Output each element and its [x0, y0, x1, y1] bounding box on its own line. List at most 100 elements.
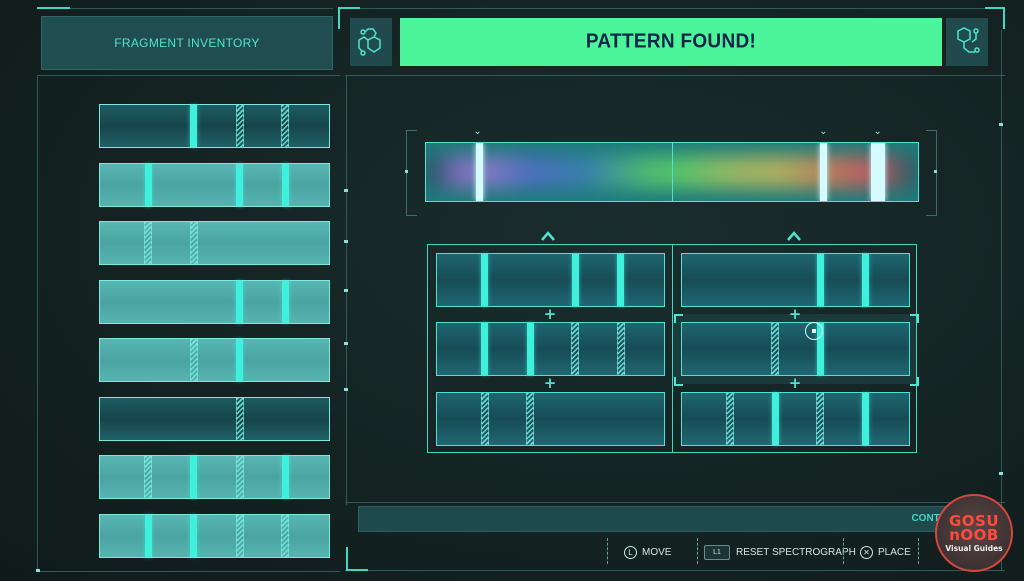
chevron-down-icon: ⌄	[873, 126, 882, 137]
inventory-fragment[interactable]	[99, 513, 330, 558]
hint-label: MOVE	[642, 546, 672, 558]
inventory-fragment[interactable]	[99, 279, 330, 324]
divider-tick	[344, 240, 348, 243]
hatched-marker	[235, 105, 244, 147]
bracket-tick	[405, 170, 408, 173]
solid-marker	[190, 514, 198, 557]
frame-right-border	[1001, 30, 1002, 570]
hatched-marker	[281, 514, 290, 557]
fragment-inventory-header: FRAGMENT INVENTORY	[41, 16, 333, 70]
solid-marker	[144, 163, 152, 206]
plus-icon: +	[543, 305, 557, 323]
spectrograph-bracket-left	[406, 130, 417, 216]
pattern-slot[interactable]	[681, 322, 910, 376]
controls-bar[interactable]: CONTR	[358, 506, 958, 532]
solid-marker	[236, 280, 244, 323]
frame-line	[345, 570, 1005, 571]
pattern-found-banner: PATTERN FOUND!	[400, 18, 942, 66]
solid-marker	[236, 339, 244, 381]
spectrograph-bracket-right	[926, 130, 937, 216]
frame-accent	[985, 7, 1005, 9]
frame-accent	[37, 7, 70, 9]
watermark-line3: Visual Guides	[945, 543, 1003, 553]
solid-marker	[862, 254, 870, 306]
plus-icon: +	[543, 374, 557, 392]
pattern-slot[interactable]	[436, 253, 665, 307]
chevron-up-icon[interactable]	[541, 229, 555, 243]
solid-marker	[190, 105, 198, 147]
plus-icon: +	[788, 305, 802, 323]
hatched-marker	[725, 393, 734, 445]
solid-marker	[481, 323, 489, 375]
hatched-marker	[144, 222, 153, 264]
pattern-slot[interactable]	[436, 322, 665, 376]
left-stick-icon: L	[624, 545, 637, 559]
solid-marker	[862, 393, 870, 445]
solid-marker	[816, 254, 824, 306]
spectrograph	[425, 142, 919, 202]
selection-corner	[910, 377, 919, 386]
frame-node	[36, 569, 40, 572]
inventory-fragment[interactable]	[99, 396, 330, 441]
solid-marker	[281, 280, 289, 323]
spectrograph-marker	[820, 143, 828, 201]
hatched-marker	[281, 105, 290, 147]
inventory-fragment[interactable]	[99, 221, 330, 265]
hint-place[interactable]: ✕ PLACE	[860, 542, 911, 562]
frame-line	[41, 8, 333, 9]
cursor-reticle[interactable]	[805, 322, 823, 340]
divider-tick	[344, 189, 348, 192]
inventory-fragment[interactable]	[99, 338, 330, 382]
watermark-line2: nOOB	[949, 525, 999, 544]
hint-label: PLACE	[878, 546, 911, 558]
plus-icon: +	[788, 374, 802, 392]
solid-marker	[771, 393, 779, 445]
hint-separator	[697, 538, 699, 564]
hint-separator	[607, 538, 609, 564]
chevron-up-icon[interactable]	[787, 229, 801, 243]
hatched-marker	[235, 514, 244, 557]
selection-corner	[674, 377, 683, 386]
spectrograph-marker	[870, 143, 885, 201]
frame-line	[345, 8, 1005, 9]
pattern-slot[interactable]	[681, 392, 910, 446]
solid-marker	[281, 456, 289, 498]
spectrograph-marker	[475, 143, 483, 201]
molecule-icon	[350, 18, 392, 66]
pattern-status-text: PATTERN FOUND!	[585, 30, 757, 53]
frame-accent	[346, 569, 368, 571]
l1-button-icon: L1	[704, 544, 730, 560]
hatched-marker	[144, 456, 153, 498]
frame-accent	[1003, 7, 1005, 29]
inventory-left-border	[37, 75, 38, 572]
pattern-slot[interactable]	[436, 392, 665, 446]
inventory-bottom-border	[37, 571, 340, 572]
hatched-marker	[526, 393, 535, 445]
solid-marker	[236, 163, 244, 206]
watermark-badge: GOSU nOOB Visual Guides	[935, 494, 1013, 572]
inventory-fragment[interactable]	[99, 162, 330, 207]
frame-line	[37, 75, 340, 76]
pattern-slot[interactable]	[681, 253, 910, 307]
solid-marker	[526, 323, 534, 375]
frame-accent	[338, 7, 360, 9]
inventory-fragment[interactable]	[99, 455, 330, 499]
inventory-fragment[interactable]	[99, 104, 330, 148]
hint-separator	[843, 538, 845, 564]
solid-marker	[190, 456, 198, 498]
hatched-marker	[816, 393, 825, 445]
frame-line	[345, 75, 1005, 76]
hint-reset-spectrograph[interactable]: L1 RESET SPECTROGRAPH	[704, 542, 856, 562]
pattern-grid-divider	[672, 244, 673, 453]
hatched-marker	[235, 397, 244, 440]
selection-corner	[910, 314, 919, 323]
frame-accent	[346, 547, 348, 571]
cross-button-icon: ✕	[860, 545, 873, 559]
hatched-marker	[480, 393, 489, 445]
hatched-marker	[189, 339, 198, 381]
hint-move: L MOVE	[624, 542, 671, 562]
hint-label: RESET SPECTROGRAPH	[736, 546, 856, 558]
divider-tick	[344, 388, 348, 391]
chevron-down-icon: ⌄	[473, 126, 482, 137]
frame-tick	[999, 123, 1003, 126]
